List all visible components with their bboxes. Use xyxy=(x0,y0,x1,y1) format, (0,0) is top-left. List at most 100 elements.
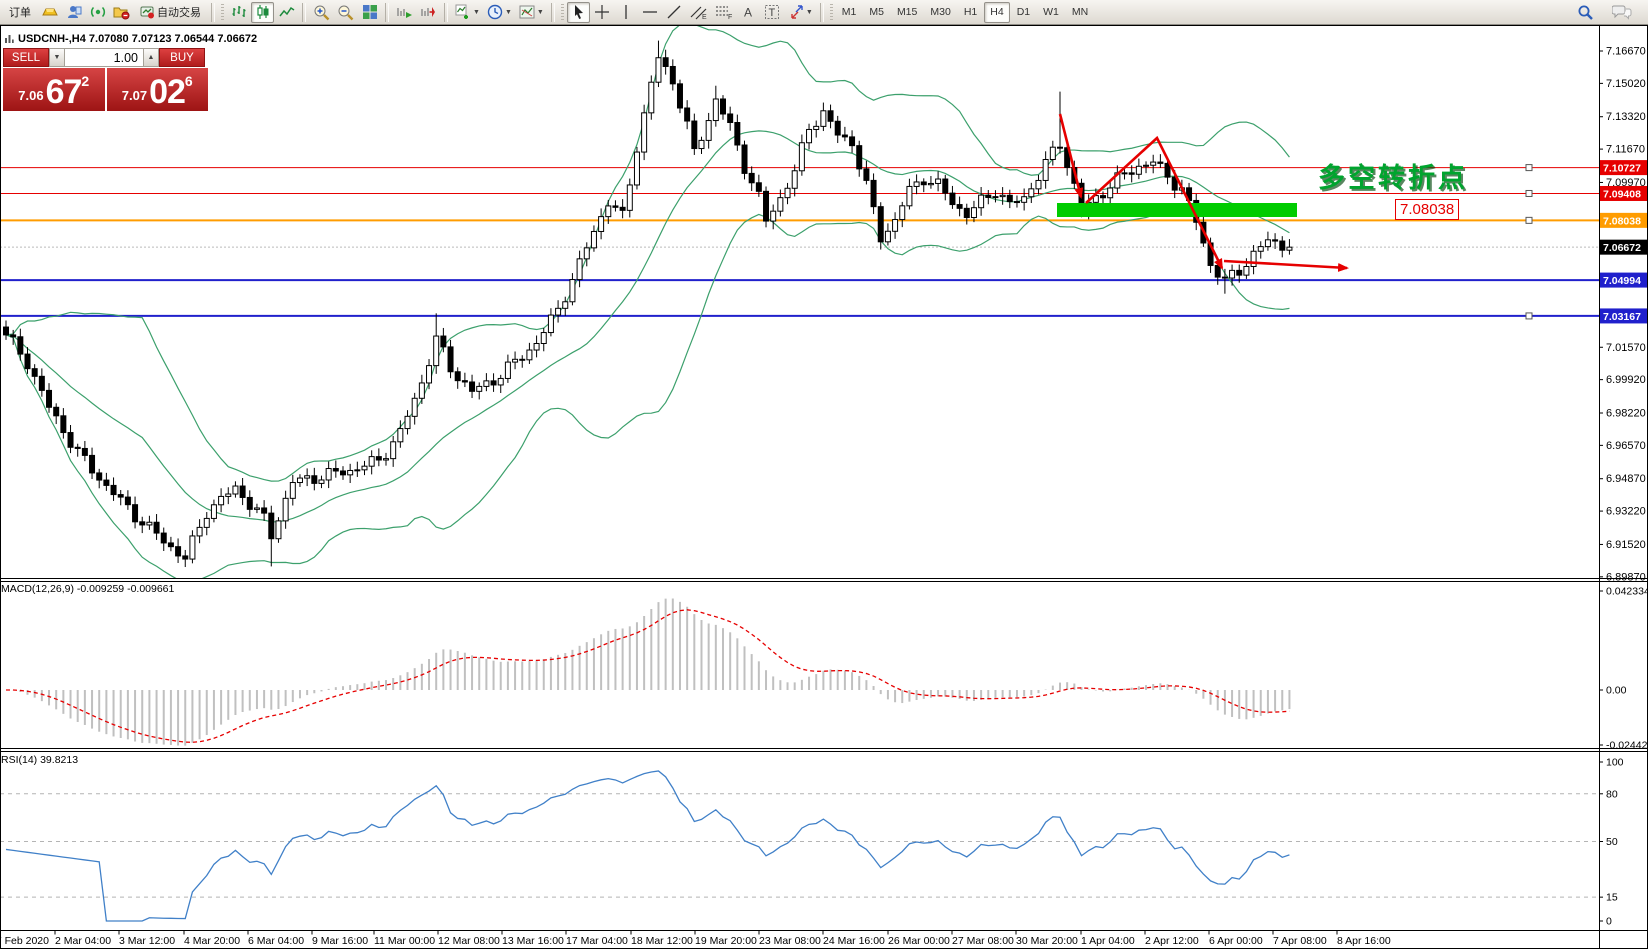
channel-icon: E xyxy=(690,4,708,20)
new-order-button[interactable]: 订单 xyxy=(3,2,37,23)
templates-button[interactable]: ▼ xyxy=(516,2,547,23)
svg-text:F: F xyxy=(728,14,732,20)
timeframe-mn-button[interactable]: MN xyxy=(1066,2,1094,23)
timeframe-h1-button[interactable]: H1 xyxy=(958,2,983,23)
toolbar-separator xyxy=(444,3,448,22)
annotation-cn-text[interactable]: 多空转折点 xyxy=(1318,156,1468,195)
cursor-button[interactable] xyxy=(567,2,590,23)
text-label-button[interactable]: T xyxy=(761,2,784,23)
fibonacci-button[interactable]: F xyxy=(712,2,736,23)
toolbar-grip xyxy=(221,4,224,21)
timeframe-h4-button[interactable]: H4 xyxy=(984,2,1009,23)
volume-input[interactable] xyxy=(65,48,143,67)
rsi-indicator-label: RSI(14) 39.8213 xyxy=(1,754,78,766)
timeframe-m5-button[interactable]: M5 xyxy=(863,2,890,23)
annotation-price-label[interactable]: 7.08038 xyxy=(1395,199,1459,220)
svg-text:7.10727: 7.10727 xyxy=(1603,163,1641,175)
buy-button[interactable]: BUY xyxy=(159,48,205,67)
market-icon[interactable] xyxy=(110,2,133,23)
symbol-icon xyxy=(4,34,14,44)
svg-text:12 Mar 08:00: 12 Mar 08:00 xyxy=(438,935,500,947)
line-chart-button[interactable] xyxy=(275,2,298,23)
toolbar-grip xyxy=(830,4,833,21)
chart-shift-button[interactable] xyxy=(417,2,440,23)
trade-panel-controls: SELL ▼ ▲ BUY xyxy=(3,48,208,67)
autotrading-button[interactable]: 自动交易 xyxy=(134,2,207,23)
svg-text:19 Mar 20:00: 19 Mar 20:00 xyxy=(695,935,757,947)
trendline-icon xyxy=(666,4,682,20)
template-icon xyxy=(519,4,535,20)
svg-text:-0.02442: -0.02442 xyxy=(1606,740,1648,752)
dropdown-caret-icon: ▼ xyxy=(806,9,813,16)
chart-title-text: USDCNH-,H4 7.07080 7.07123 7.06544 7.066… xyxy=(18,33,257,45)
toolbar: 订单 自动交易 xyxy=(0,0,1648,25)
shapes-button[interactable]: ▼ xyxy=(785,2,816,23)
svg-text:13 Mar 16:00: 13 Mar 16:00 xyxy=(502,935,564,947)
sell-price-block[interactable]: 7.06 67 2 xyxy=(3,68,105,111)
timeframe-m1-button[interactable]: M1 xyxy=(836,2,863,23)
dropdown-caret-icon: ▼ xyxy=(537,9,544,16)
timeframe-m30-button[interactable]: M30 xyxy=(924,2,956,23)
news-broadcast-icon[interactable] xyxy=(86,2,109,23)
candlestick-chart-button[interactable] xyxy=(251,2,274,23)
svg-text:6.91520: 6.91520 xyxy=(1606,539,1646,551)
cursor-icon xyxy=(571,4,586,20)
svg-text:7.15020: 7.15020 xyxy=(1606,78,1646,90)
signals-icon[interactable] xyxy=(62,2,85,23)
timeframe-d1-button[interactable]: D1 xyxy=(1011,2,1036,23)
sell-button[interactable]: SELL xyxy=(3,48,49,67)
line-chart-icon xyxy=(279,4,295,20)
trendline-button[interactable] xyxy=(663,2,686,23)
bar-chart-icon xyxy=(231,4,247,20)
chart-shift-icon xyxy=(420,4,437,20)
svg-text:17 Mar 04:00: 17 Mar 04:00 xyxy=(566,935,628,947)
one-click-trading-panel: SELL ▼ ▲ BUY 7.06 67 2 7.07 02 6 xyxy=(3,48,208,111)
zoom-out-button[interactable] xyxy=(334,2,357,23)
text-label-icon: T xyxy=(764,4,780,20)
horizontal-line-button[interactable] xyxy=(639,2,662,23)
equidistant-channel-button[interactable]: E xyxy=(687,2,711,23)
green-support-zone xyxy=(1057,203,1297,217)
autoscroll-button[interactable] xyxy=(393,2,416,23)
toolbar-grip xyxy=(561,4,564,21)
news-broadcast-icon-glyph xyxy=(90,4,106,20)
text-button[interactable]: A xyxy=(737,2,760,23)
toolbar-separator xyxy=(211,3,215,22)
clock-icon xyxy=(487,4,503,20)
chat-button[interactable] xyxy=(1609,2,1635,23)
tile-windows-button[interactable] xyxy=(358,2,381,23)
chart-canvas[interactable]: 7.166707.150207.133207.116707.099707.015… xyxy=(0,0,1648,949)
vertical-line-button[interactable] xyxy=(615,2,638,23)
volume-decrease-button[interactable]: ▼ xyxy=(49,48,65,67)
svg-text:24 Mar 16:00: 24 Mar 16:00 xyxy=(823,935,885,947)
crosshair-button[interactable] xyxy=(591,2,614,23)
gold-icon[interactable] xyxy=(38,2,61,23)
svg-text:7.16670: 7.16670 xyxy=(1606,46,1646,58)
dropdown-caret-icon: ▼ xyxy=(505,9,512,16)
toolbar-separator xyxy=(820,3,824,22)
bar-chart-button[interactable] xyxy=(227,2,250,23)
svg-text:0.042334: 0.042334 xyxy=(1606,586,1648,598)
svg-text:2 Mar 04:00: 2 Mar 04:00 xyxy=(55,935,111,947)
periods-button[interactable]: ▼ xyxy=(484,2,515,23)
candlestick-chart-icon xyxy=(255,4,271,20)
tile-windows-icon xyxy=(362,4,378,20)
svg-text:11 Mar 00:00: 11 Mar 00:00 xyxy=(374,935,435,947)
indicators-button[interactable]: ▼ xyxy=(452,2,483,23)
sell-price-big: 67 xyxy=(46,78,82,107)
svg-text:9 Mar 16:00: 9 Mar 16:00 xyxy=(312,935,368,947)
timeframe-m15-button[interactable]: M15 xyxy=(891,2,923,23)
svg-text:23 Mar 08:00: 23 Mar 08:00 xyxy=(759,935,821,947)
sell-price-sup: 2 xyxy=(81,73,89,89)
volume-increase-button[interactable]: ▲ xyxy=(143,48,159,67)
zoom-in-button[interactable] xyxy=(310,2,333,23)
autotrading-label: 自动交易 xyxy=(157,4,201,20)
chat-icon xyxy=(1612,4,1632,20)
timeframe-w1-button[interactable]: W1 xyxy=(1037,2,1065,23)
svg-text:100: 100 xyxy=(1606,757,1624,769)
search-button[interactable] xyxy=(1574,2,1597,23)
shapes-arrows-icon xyxy=(788,4,804,20)
buy-price-block[interactable]: 7.07 02 6 xyxy=(107,68,209,111)
svg-text:4 Mar 20:00: 4 Mar 20:00 xyxy=(184,935,240,947)
autotrading-icon xyxy=(140,5,154,19)
